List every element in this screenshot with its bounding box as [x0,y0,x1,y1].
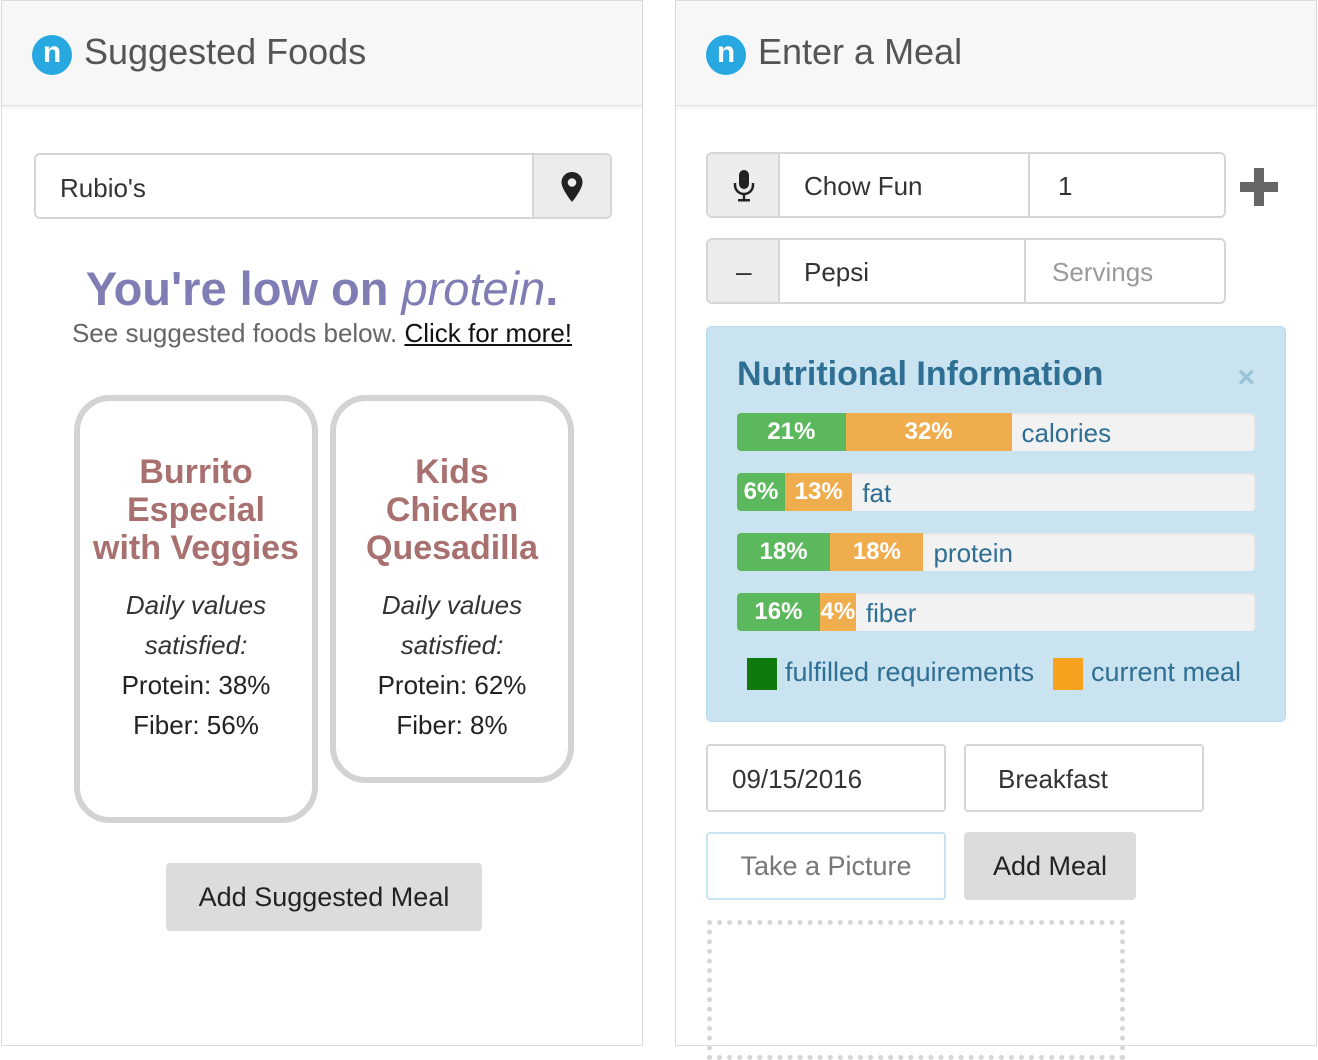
nutrient-bar-fat: 6% 13% fat [737,473,1255,511]
close-icon[interactable]: × [1237,361,1255,395]
daily-values-label: Daily values satisfied: [125,590,267,660]
photo-drop-zone[interactable] [707,920,1125,1060]
nutrient-label: calories [1021,418,1112,448]
current-meal-segment: 18% [830,533,924,571]
headline-prefix: You're low on [85,262,402,315]
suggested-foods-panel: n Suggested Foods Rubio's You're low on … [1,0,643,1046]
nutrient-bar-fiber: 16% 4% fiber [737,593,1255,631]
meal-type-select[interactable]: Breakfast [964,744,1204,812]
microphone-button[interactable] [708,154,780,216]
plus-icon[interactable] [1240,168,1278,206]
headline-suffix: . [545,262,559,315]
app-logo-icon: n [706,35,746,75]
fiber-stat: Fiber: 8% [396,710,508,740]
field-divider [1028,154,1030,216]
low-nutrient-headline: You're low on protein. [2,261,642,316]
nutritional-information-panel: Nutritional Information × 21% 32% calories… [706,326,1286,722]
servings-input[interactable]: Servings [1052,257,1153,288]
date-input[interactable]: 09/15/2016 [706,744,946,812]
fulfilled-segment: 21% [737,413,846,451]
add-suggested-meal-button[interactable]: Add Suggested Meal [166,863,482,931]
fulfilled-legend-label: fulfilled requirements [785,657,1035,687]
suggested-food-card[interactable]: Kids Chicken Quesadilla Daily values sat… [330,395,574,783]
servings-input[interactable]: 1 [1058,171,1072,202]
current-meal-segment: 13% [785,473,853,511]
current-meal-segment: 32% [845,413,1012,451]
take-picture-button[interactable]: Take a Picture [706,832,946,900]
food-entry-row: Chow Fun 1 [706,152,1226,218]
date-value[interactable]: 09/15/2016 [732,764,862,795]
subline-text: See suggested foods below. [71,318,405,348]
suggestion-subline: See suggested foods below. Click for mor… [2,318,642,349]
location-button[interactable] [532,155,610,217]
nutrition-title: Nutritional Information [737,355,1104,393]
add-meal-button[interactable]: Add Meal [964,832,1136,900]
restaurant-search-input[interactable]: Rubio's [34,153,612,219]
restaurant-search-value[interactable]: Rubio's [60,173,146,204]
map-pin-icon [561,172,583,202]
headline-nutrient: protein [401,262,546,315]
food-name-input[interactable]: Chow Fun [804,171,923,202]
protein-stat: Protein: 62% [377,670,527,700]
current-legend-label: current meal [1091,657,1242,687]
minus-icon: – [736,256,752,287]
app-logo-icon: n [32,35,72,75]
nutrient-bar-calories: 21% 32% calories [737,413,1255,451]
nutrient-bar-protein: 18% 18% protein [737,533,1255,571]
daily-values-label: Daily values satisfied: [381,590,523,660]
nutrient-label: fiber [865,598,917,628]
fulfilled-segment: 18% [737,533,831,571]
fiber-stat: Fiber: 56% [133,710,259,740]
fulfilled-segment: 6% [737,473,785,511]
protein-stat: Protein: 38% [121,670,271,700]
food-entry-row: – Pepsi Servings [706,238,1226,304]
panel-header: n Enter a Meal [676,1,1316,106]
nutrient-label: protein [933,538,1013,568]
food-name-input[interactable]: Pepsi [804,257,869,288]
nutrient-label: fat [862,478,892,508]
field-divider [1024,240,1026,302]
suggested-food-card[interactable]: Burrito Especial with Veggies Daily valu… [74,395,318,823]
microphone-icon [733,170,755,202]
food-name: Kids Chicken Quesadilla [366,453,538,567]
food-name: Burrito Especial with Veggies [93,453,299,567]
panel-title: Suggested Foods [84,31,367,72]
meal-type-value[interactable]: Breakfast [998,764,1108,795]
current-legend-swatch [1053,658,1083,690]
fulfilled-legend-swatch [747,658,777,690]
current-meal-segment: 4% [819,593,856,631]
fulfilled-segment: 16% [737,593,820,631]
more-suggestions-link[interactable]: Click for more! [404,318,572,348]
panel-header: n Suggested Foods [2,1,642,106]
remove-row-button[interactable]: – [708,240,780,302]
panel-title: Enter a Meal [758,31,963,72]
